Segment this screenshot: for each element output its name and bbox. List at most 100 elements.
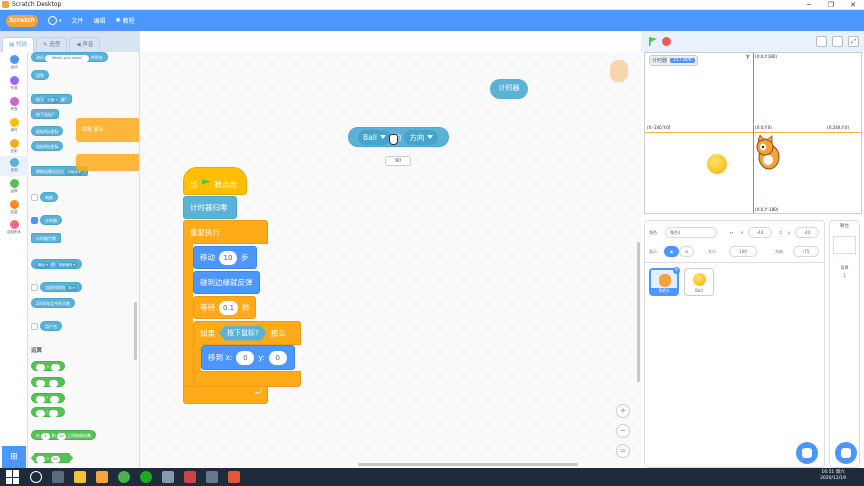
add-left-slot[interactable] bbox=[36, 363, 45, 371]
maximize-icon[interactable]: ❐ bbox=[820, 0, 842, 10]
stage-thumbnail[interactable] bbox=[833, 236, 856, 254]
gt-right-input[interactable]: 50 bbox=[51, 456, 60, 463]
tab-sounds[interactable]: ◀ 声音 bbox=[69, 37, 101, 52]
if-header[interactable]: 如果 按下鼠标? 那么 bbox=[193, 321, 301, 345]
code-vertical-scrollbar[interactable] bbox=[637, 242, 640, 382]
zoom-reset-button[interactable]: = bbox=[616, 444, 630, 458]
floating-timer-reporter[interactable]: 计时器 bbox=[490, 79, 528, 99]
size-input[interactable]: 100 bbox=[729, 246, 757, 257]
palette-key-pressed-block[interactable]: 按下 空格 ▾ 键? bbox=[31, 94, 72, 104]
category-operators[interactable]: 运算 bbox=[0, 179, 28, 194]
zoom-in-button[interactable]: + bbox=[616, 404, 630, 418]
small-stage-button[interactable] bbox=[816, 36, 827, 47]
direction-input[interactable]: -75 bbox=[793, 246, 819, 257]
divide-right-slot[interactable] bbox=[48, 409, 58, 417]
show-visible-button[interactable]: ◉ bbox=[664, 246, 679, 257]
multiply-left-slot[interactable] bbox=[36, 395, 45, 403]
scratch-logo[interactable]: Scratch bbox=[6, 14, 38, 27]
palette-ask-block[interactable]: 询问 What's your name? 并等待 bbox=[31, 52, 108, 62]
large-stage-button[interactable] bbox=[832, 36, 843, 47]
hide-button[interactable]: ⊘ bbox=[679, 246, 694, 257]
add-right-slot[interactable] bbox=[50, 363, 60, 371]
stage[interactable]: 计时器 157.806 Y (X:0,Y:180) (X:-240,Y:0) (… bbox=[644, 52, 862, 214]
palette-mouse-down-block[interactable]: 按下鼠标? bbox=[31, 109, 60, 119]
palette-add-block[interactable]: + bbox=[31, 361, 65, 371]
palette-divide-block[interactable]: / bbox=[31, 407, 65, 417]
key-dropdown[interactable]: 空格 ▾ bbox=[45, 96, 60, 104]
palette-timer-block[interactable]: 计时器 bbox=[40, 215, 62, 225]
video-app-icon[interactable] bbox=[184, 471, 196, 483]
start-icon[interactable] bbox=[6, 470, 20, 484]
menu-file[interactable]: 文件 bbox=[72, 16, 84, 25]
menu-edit[interactable]: 编辑 bbox=[94, 16, 106, 25]
tab-code[interactable]: ▤ 代码 bbox=[2, 37, 34, 52]
file-explorer-icon[interactable] bbox=[74, 471, 86, 483]
wechat-icon[interactable] bbox=[140, 471, 152, 483]
goto-y-input[interactable]: 0 bbox=[268, 350, 287, 365]
goto-x-input[interactable]: 0 bbox=[236, 350, 255, 365]
minimize-icon[interactable]: ─ bbox=[798, 0, 820, 10]
category-sound[interactable]: 声音 bbox=[0, 97, 28, 112]
palette-username-block[interactable]: 用户名 bbox=[40, 321, 62, 331]
mouse-down-condition[interactable]: 按下鼠标? bbox=[219, 326, 267, 341]
timer-monitor[interactable]: 计时器 157.806 bbox=[649, 55, 698, 66]
stop-button[interactable] bbox=[662, 37, 671, 46]
palette-subtract-block[interactable]: - bbox=[31, 377, 65, 387]
multiply-right-slot[interactable] bbox=[49, 395, 59, 403]
app-icon[interactable] bbox=[206, 471, 218, 483]
palette-greater-than-block[interactable]: > 50 bbox=[31, 453, 73, 463]
add-extension-button[interactable]: ⊞ bbox=[2, 446, 26, 468]
category-motion[interactable]: 运动 bbox=[0, 55, 28, 70]
browser-icon[interactable] bbox=[118, 471, 130, 483]
delete-sprite-icon[interactable]: × bbox=[673, 267, 680, 274]
zoom-out-button[interactable]: − bbox=[616, 424, 630, 438]
tab-costumes[interactable]: ✎ 造型 bbox=[35, 37, 68, 52]
of-object-dropdown[interactable]: 舞台 ▾ bbox=[36, 261, 50, 269]
forever-header[interactable]: 重复执行 bbox=[183, 220, 268, 244]
code-area[interactable]: 计时器 Ball 的 方向 90 当 被点击 计时器归零 重复执行 ⤾ 移动 1… bbox=[140, 52, 641, 468]
timer-checkbox[interactable] bbox=[31, 217, 38, 224]
palette-answer-block[interactable]: 回答 bbox=[31, 70, 49, 80]
gt-left-slot[interactable] bbox=[36, 456, 45, 463]
category-variables[interactable]: 变量 bbox=[0, 200, 28, 215]
divide-left-slot[interactable] bbox=[36, 409, 45, 417]
sprite-name-input[interactable]: 角色1 bbox=[665, 227, 717, 238]
ball-sprite[interactable] bbox=[707, 154, 727, 174]
username-checkbox[interactable] bbox=[31, 323, 38, 330]
search-icon[interactable] bbox=[30, 471, 42, 483]
palette-current-time-block[interactable]: 当前时间的 年 ▾ bbox=[40, 282, 82, 292]
floating-of-reporter[interactable]: Ball 的 方向 bbox=[348, 127, 449, 147]
add-backdrop-button[interactable] bbox=[835, 442, 857, 464]
category-control[interactable]: 控制 bbox=[0, 139, 28, 154]
palette-scrollbar[interactable] bbox=[134, 302, 137, 360]
category-looks[interactable]: 外观 bbox=[0, 76, 28, 91]
sprite-thumb-ball[interactable]: Ball bbox=[684, 268, 714, 296]
wait-block[interactable]: 等待 0.1 秒 bbox=[193, 296, 256, 319]
palette-reset-timer-block[interactable]: 计时器归零 bbox=[31, 233, 61, 243]
cat-sprite[interactable] bbox=[753, 135, 783, 173]
add-sprite-button[interactable] bbox=[796, 442, 818, 464]
code-horizontal-scrollbar[interactable] bbox=[358, 463, 578, 466]
of-object-dropdown[interactable]: Ball bbox=[358, 129, 391, 145]
random-from-input[interactable]: 1 bbox=[41, 432, 51, 440]
move-steps-block[interactable]: 移动 10 步 bbox=[193, 246, 257, 269]
palette-backdrop-of-block[interactable]: 舞台 ▾ 的 背景编号 ▾ bbox=[31, 259, 83, 269]
reset-timer-block[interactable]: 计时器归零 bbox=[183, 196, 237, 219]
close-icon[interactable]: ✕ bbox=[842, 0, 864, 10]
palette-mouse-x-block[interactable]: 鼠标的x坐标 bbox=[31, 126, 64, 136]
palette-random-block[interactable]: 在 1 和 10 之间取随机数 bbox=[31, 430, 97, 440]
scratch-taskbar-icon[interactable] bbox=[96, 471, 108, 483]
green-flag-button[interactable] bbox=[649, 37, 657, 46]
subtract-left-slot[interactable] bbox=[36, 379, 45, 387]
palette-multiply-block[interactable]: * bbox=[31, 393, 65, 403]
sprite-thumb-cat[interactable]: × 角色1 bbox=[649, 267, 680, 296]
language-menu[interactable]: ▾ bbox=[48, 16, 62, 25]
wait-input[interactable]: 0.1 bbox=[219, 300, 239, 315]
category-my-blocks[interactable]: 自制积木 bbox=[0, 220, 28, 235]
of-property-dropdown[interactable]: 方向 bbox=[404, 129, 439, 145]
move-steps-input[interactable]: 10 bbox=[219, 250, 237, 265]
clock[interactable]: 16:51 周六 2020/12/19 bbox=[820, 470, 846, 482]
menu-tutorials[interactable]: ✺ 教程 bbox=[116, 16, 135, 25]
current-time-checkbox[interactable] bbox=[31, 284, 38, 291]
palette-days-since-block[interactable]: 2000年至今的天数 bbox=[31, 298, 76, 308]
